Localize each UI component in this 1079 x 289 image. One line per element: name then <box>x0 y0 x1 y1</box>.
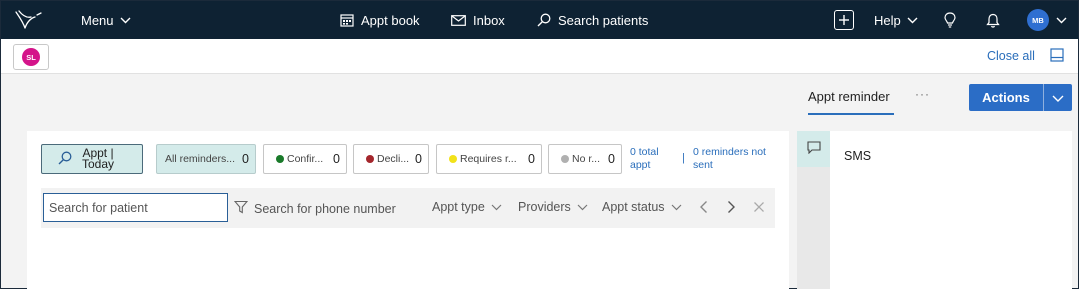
appt-status-label: Appt status <box>602 200 665 214</box>
tab-appt-reminder[interactable]: Appt reminder <box>808 89 890 104</box>
user-menu-button[interactable]: MB <box>1027 1 1067 39</box>
help-button[interactable]: Help <box>874 1 918 39</box>
channel-strip <box>797 167 830 289</box>
actions-split-button: Actions <box>969 84 1072 111</box>
top-nav-bar: Menu Appt book Inbox Search patients Hel… <box>1 1 1078 39</box>
sms-label: SMS <box>844 149 872 163</box>
appt-today-label: Appt | Today <box>82 147 115 171</box>
chevron-down-icon <box>671 200 682 214</box>
clear-filters-button[interactable] <box>753 200 765 217</box>
providers-label: Providers <box>518 200 571 214</box>
menu-button[interactable]: Menu <box>81 1 131 39</box>
appt-book-label: Appt book <box>361 12 420 28</box>
chip-count: 0 <box>242 152 249 166</box>
chip-label: No r... <box>572 153 601 165</box>
reminder-channel-panel: SMS <box>797 131 1072 289</box>
more-tabs-button[interactable]: ··· <box>915 87 930 101</box>
lightbulb-button[interactable] <box>944 1 956 39</box>
chevron-down-icon <box>1056 17 1067 24</box>
total-appt-link[interactable]: 0 total appt <box>630 146 678 172</box>
search-patients-label: Search patients <box>558 12 649 28</box>
search-icon <box>537 13 551 27</box>
next-button[interactable] <box>726 200 736 217</box>
appt-today-button[interactable]: Appt | Today <box>41 144 143 174</box>
add-new-button[interactable] <box>834 1 854 39</box>
chevron-down-icon <box>120 17 131 24</box>
filter-chip-no-response[interactable]: No r... 0 <box>548 144 622 174</box>
chip-label: All reminders... <box>165 153 236 165</box>
inbox-label: Inbox <box>473 12 505 28</box>
chip-label: Confir... <box>287 153 324 165</box>
inbox-button[interactable]: Inbox <box>451 1 505 39</box>
appt-today-line2: Today <box>82 157 115 171</box>
chevron-right-icon <box>726 201 736 217</box>
chevron-left-icon <box>699 201 709 217</box>
chevron-down-icon <box>907 17 918 24</box>
user-avatar: MB <box>1027 9 1049 31</box>
chip-label: Requires r... <box>460 153 517 165</box>
previous-button[interactable] <box>699 200 709 217</box>
active-tab-indicator <box>808 113 894 115</box>
appt-book-button[interactable]: Appt book <box>340 1 420 39</box>
filter-chip-confirmed[interactable]: Confir... 0 <box>263 144 347 174</box>
phone-search-label: Search for phone number <box>254 201 396 216</box>
search-icon <box>58 151 72 168</box>
providers-dropdown[interactable]: Providers <box>518 200 588 214</box>
patient-avatar: SL <box>22 48 40 66</box>
reminders-not-sent-link[interactable]: 0 reminders not sent <box>693 146 783 172</box>
chevron-down-icon <box>491 200 502 214</box>
search-patients-button[interactable]: Search patients <box>537 1 648 39</box>
chip-count: 0 <box>608 152 615 166</box>
chip-count: 0 <box>528 152 535 166</box>
chip-label: Decli... <box>377 153 410 165</box>
patient-search-input[interactable] <box>43 193 228 222</box>
filter-chip-declined[interactable]: Decli... 0 <box>353 144 429 174</box>
patient-tab[interactable]: SL <box>13 44 49 70</box>
panel-toggle-icon[interactable] <box>1050 48 1064 65</box>
chip-count: 0 <box>333 152 340 166</box>
appt-type-dropdown[interactable]: Appt type <box>432 200 502 214</box>
mail-icon <box>451 14 466 26</box>
status-dot-icon <box>366 155 374 163</box>
appt-type-label: Appt type <box>432 200 485 214</box>
bell-icon <box>986 13 1000 28</box>
actions-dropdown-button[interactable] <box>1044 84 1072 111</box>
status-dot-icon <box>276 155 284 163</box>
filter-chip-all-reminders[interactable]: All reminders... 0 <box>156 144 256 174</box>
chevron-down-icon <box>577 200 588 214</box>
calendar-icon <box>340 13 354 27</box>
chip-count: 0 <box>415 152 422 166</box>
filter-icon <box>233 200 249 217</box>
patient-tabs-bar: SL Close all <box>1 39 1078 74</box>
chat-bubble-icon <box>806 141 821 157</box>
chevron-down-icon <box>1052 90 1064 105</box>
filter-chip-requires-response[interactable]: Requires r... 0 <box>436 144 542 174</box>
close-icon <box>753 202 765 217</box>
actions-button[interactable]: Actions <box>969 84 1044 111</box>
close-all-link[interactable]: Close all <box>987 49 1035 63</box>
message-channel-button[interactable] <box>797 131 830 167</box>
phone-search-filter[interactable]: Search for phone number <box>233 200 396 217</box>
appt-status-dropdown[interactable]: Appt status <box>602 200 682 214</box>
lightbulb-icon <box>944 12 956 28</box>
status-dot-icon <box>449 155 457 163</box>
menu-label: Menu <box>81 12 114 28</box>
plus-icon <box>834 10 854 30</box>
app-logo-icon[interactable] <box>13 8 47 32</box>
notifications-button[interactable] <box>986 1 1000 39</box>
status-dot-icon <box>561 155 569 163</box>
link-separator: | <box>682 152 685 164</box>
help-label: Help <box>874 12 901 28</box>
